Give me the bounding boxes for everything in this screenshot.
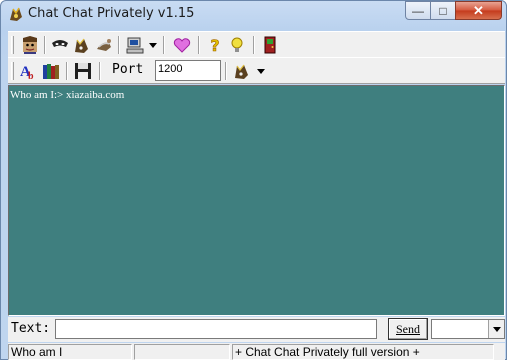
books-icon	[43, 64, 59, 79]
computer-icon	[126, 37, 144, 54]
heart-icon	[173, 38, 191, 53]
port-label: Port	[112, 62, 144, 77]
font-button[interactable]: A b	[18, 61, 38, 81]
cat-menu-icon	[235, 64, 248, 79]
app-icon	[7, 5, 25, 23]
cat-icon	[75, 38, 88, 53]
close-button[interactable]: ✕	[455, 1, 502, 20]
toolbar-separator	[253, 36, 255, 54]
exit-door-icon	[264, 36, 276, 54]
main-toolbar: ?	[8, 31, 505, 58]
maximize-icon: □	[439, 4, 447, 18]
help-button[interactable]: ?	[205, 35, 225, 55]
computer-button[interactable]	[125, 35, 145, 55]
toolbar-separator	[118, 36, 120, 54]
cat-button[interactable]	[72, 35, 92, 55]
books-button[interactable]	[41, 61, 61, 81]
svg-text:?: ?	[210, 36, 219, 55]
chat-display[interactable]: Who am I:> xiazaiba.com	[8, 85, 505, 316]
user-face-button[interactable]	[20, 35, 40, 55]
status-panel-empty	[134, 344, 230, 360]
close-icon: ✕	[473, 3, 484, 18]
connection-toolbar: A b Port 1200	[8, 57, 505, 84]
message-input[interactable]	[55, 319, 377, 339]
title-bar[interactable]: Chat Chat Privately v1.15 — □ ✕	[1, 1, 506, 27]
minimize-icon: —	[412, 4, 424, 18]
toolbar-grip[interactable]	[11, 62, 14, 80]
recipient-combo[interactable]	[431, 319, 505, 339]
chevron-down-icon[interactable]	[488, 320, 504, 338]
port-input[interactable]: 1200	[155, 60, 221, 81]
cat-menu-button[interactable]	[232, 61, 252, 81]
status-identity: Who am I	[8, 344, 132, 360]
help-icon: ?	[210, 36, 220, 55]
chat-message: Who am I:> xiazaiba.com	[10, 89, 125, 101]
toolbar-separator	[66, 62, 68, 80]
toolbar-separator	[198, 36, 200, 54]
heart-button[interactable]	[172, 35, 192, 55]
user-face-icon	[23, 36, 37, 54]
status-version: + Chat Chat Privately full version +	[232, 344, 494, 360]
save-button[interactable]	[73, 61, 93, 81]
mask-button[interactable]	[50, 35, 70, 55]
cat-menu-dropdown-arrow[interactable]	[257, 69, 265, 74]
font-icon: A b	[20, 64, 34, 81]
text-label: Text:	[11, 321, 51, 336]
computer-dropdown-arrow[interactable]	[149, 43, 157, 48]
mask-icon	[52, 40, 68, 47]
floppy-icon	[75, 63, 91, 79]
cat-walk-button[interactable]	[94, 35, 114, 55]
exit-button[interactable]	[260, 35, 280, 55]
toolbar-grip[interactable]	[11, 36, 14, 54]
tip-button[interactable]	[227, 35, 247, 55]
message-input-row: Text: Send	[8, 317, 505, 342]
lightbulb-icon	[231, 37, 243, 52]
toolbar-separator	[44, 36, 46, 54]
toolbar-separator	[99, 62, 101, 80]
toolbar-separator	[163, 36, 165, 54]
minimize-button[interactable]: —	[405, 1, 431, 20]
window-title: Chat Chat Privately v1.15	[28, 6, 195, 21]
app-window: Chat Chat Privately v1.15 — □ ✕ ? A b Po…	[0, 0, 507, 360]
toolbar-separator	[225, 62, 227, 80]
maximize-button[interactable]: □	[430, 1, 456, 20]
send-button[interactable]: Send	[388, 318, 428, 340]
status-bar: Who am I + Chat Chat Privately full vers…	[8, 343, 505, 360]
cat-walk-icon	[97, 39, 111, 51]
svg-text:b: b	[28, 71, 34, 81]
